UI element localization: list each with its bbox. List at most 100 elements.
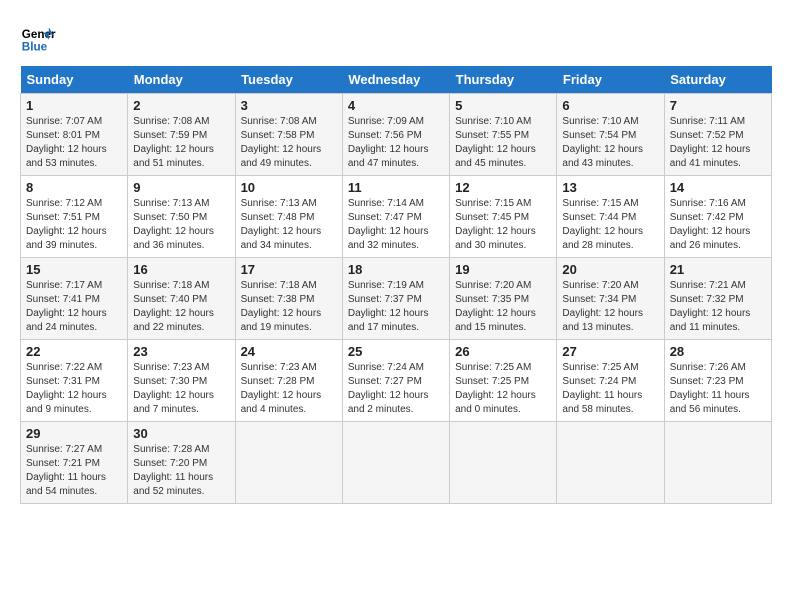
- day-info: Sunrise: 7:08 AMSunset: 7:58 PMDaylight:…: [241, 115, 337, 171]
- day-number: 3: [241, 98, 337, 113]
- day-number: 14: [670, 180, 766, 195]
- day-number: 27: [562, 344, 658, 359]
- weekday-header-thursday: Thursday: [450, 66, 557, 94]
- logo: General Blue: [20, 20, 56, 56]
- day-info: Sunrise: 7:18 AMSunset: 7:38 PMDaylight:…: [241, 279, 337, 335]
- calendar-cell: 1 Sunrise: 7:07 AMSunset: 8:01 PMDaylight…: [21, 94, 128, 176]
- calendar-cell: 24 Sunrise: 7:23 AMSunset: 7:28 PMDayligh…: [235, 340, 342, 422]
- day-number: 25: [348, 344, 444, 359]
- calendar-cell: 26 Sunrise: 7:25 AMSunset: 7:25 PMDayligh…: [450, 340, 557, 422]
- calendar-cell: 15Sunrise: 7:17 AMSunset: 7:41 PMDayligh…: [21, 258, 128, 340]
- day-number: 1: [26, 98, 122, 113]
- calendar-cell: 17 Sunrise: 7:18 AMSunset: 7:38 PMDayligh…: [235, 258, 342, 340]
- day-number: 16: [133, 262, 229, 277]
- day-number: 8: [26, 180, 122, 195]
- day-number: 23: [133, 344, 229, 359]
- weekday-header-friday: Friday: [557, 66, 664, 94]
- logo-icon: General Blue: [20, 20, 56, 56]
- day-info: Sunrise: 7:14 AMSunset: 7:47 PMDaylight:…: [348, 197, 444, 253]
- day-info: Sunrise: 7:27 AMSunset: 7:21 PMDaylight:…: [26, 443, 122, 499]
- day-info: Sunrise: 7:20 AMSunset: 7:35 PMDaylight:…: [455, 279, 551, 335]
- day-info: Sunrise: 7:25 AMSunset: 7:25 PMDaylight:…: [455, 361, 551, 417]
- calendar-table: SundayMondayTuesdayWednesdayThursdayFrid…: [20, 66, 772, 504]
- day-number: 9: [133, 180, 229, 195]
- calendar-cell: 19Sunrise: 7:20 AMSunset: 7:35 PMDayligh…: [450, 258, 557, 340]
- day-number: 11: [348, 180, 444, 195]
- calendar-cell: 18Sunrise: 7:19 AMSunset: 7:37 PMDayligh…: [342, 258, 449, 340]
- day-info: Sunrise: 7:13 AMSunset: 7:50 PMDaylight:…: [133, 197, 229, 253]
- weekday-header-wednesday: Wednesday: [342, 66, 449, 94]
- calendar-cell: [342, 422, 449, 504]
- calendar-cell: 5 Sunrise: 7:10 AMSunset: 7:55 PMDaylight…: [450, 94, 557, 176]
- calendar-cell: 8 Sunrise: 7:12 AMSunset: 7:51 PMDaylight…: [21, 176, 128, 258]
- day-number: 4: [348, 98, 444, 113]
- calendar-cell: 30 Sunrise: 7:28 AMSunset: 7:20 PMDayligh…: [128, 422, 235, 504]
- calendar-cell: 11 Sunrise: 7:14 AMSunset: 7:47 PMDayligh…: [342, 176, 449, 258]
- calendar-cell: 23 Sunrise: 7:23 AMSunset: 7:30 PMDayligh…: [128, 340, 235, 422]
- day-info: Sunrise: 7:25 AMSunset: 7:24 PMDaylight:…: [562, 361, 658, 417]
- day-number: 5: [455, 98, 551, 113]
- day-info: Sunrise: 7:15 AMSunset: 7:45 PMDaylight:…: [455, 197, 551, 253]
- day-info: Sunrise: 7:13 AMSunset: 7:48 PMDaylight:…: [241, 197, 337, 253]
- svg-text:General: General: [22, 28, 56, 41]
- calendar-cell: 9 Sunrise: 7:13 AMSunset: 7:50 PMDaylight…: [128, 176, 235, 258]
- calendar-cell: [450, 422, 557, 504]
- calendar-cell: 3 Sunrise: 7:08 AMSunset: 7:58 PMDaylight…: [235, 94, 342, 176]
- day-number: 12: [455, 180, 551, 195]
- calendar-cell: [557, 422, 664, 504]
- day-number: 20: [562, 262, 658, 277]
- calendar-cell: 10 Sunrise: 7:13 AMSunset: 7:48 PMDayligh…: [235, 176, 342, 258]
- day-info: Sunrise: 7:28 AMSunset: 7:20 PMDaylight:…: [133, 443, 229, 499]
- calendar-cell: 28 Sunrise: 7:26 AMSunset: 7:23 PMDayligh…: [664, 340, 771, 422]
- calendar-cell: 20 Sunrise: 7:20 AMSunset: 7:34 PMDayligh…: [557, 258, 664, 340]
- weekday-header-monday: Monday: [128, 66, 235, 94]
- calendar-cell: 7 Sunrise: 7:11 AMSunset: 7:52 PMDaylight…: [664, 94, 771, 176]
- calendar-week-5: 29Sunrise: 7:27 AMSunset: 7:21 PMDayligh…: [21, 422, 772, 504]
- day-info: Sunrise: 7:19 AMSunset: 7:37 PMDaylight:…: [348, 279, 444, 335]
- weekday-header-saturday: Saturday: [664, 66, 771, 94]
- day-info: Sunrise: 7:26 AMSunset: 7:23 PMDaylight:…: [670, 361, 766, 417]
- day-info: Sunrise: 7:16 AMSunset: 7:42 PMDaylight:…: [670, 197, 766, 253]
- calendar-week-2: 8 Sunrise: 7:12 AMSunset: 7:51 PMDaylight…: [21, 176, 772, 258]
- day-number: 22: [26, 344, 122, 359]
- calendar-cell: 29Sunrise: 7:27 AMSunset: 7:21 PMDayligh…: [21, 422, 128, 504]
- calendar-week-3: 15Sunrise: 7:17 AMSunset: 7:41 PMDayligh…: [21, 258, 772, 340]
- calendar-cell: 4 Sunrise: 7:09 AMSunset: 7:56 PMDaylight…: [342, 94, 449, 176]
- svg-text:Blue: Blue: [22, 41, 48, 54]
- day-number: 10: [241, 180, 337, 195]
- calendar-cell: 14 Sunrise: 7:16 AMSunset: 7:42 PMDayligh…: [664, 176, 771, 258]
- day-info: Sunrise: 7:12 AMSunset: 7:51 PMDaylight:…: [26, 197, 122, 253]
- calendar-cell: [664, 422, 771, 504]
- day-number: 30: [133, 426, 229, 441]
- day-number: 26: [455, 344, 551, 359]
- day-info: Sunrise: 7:10 AMSunset: 7:54 PMDaylight:…: [562, 115, 658, 171]
- day-info: Sunrise: 7:08 AMSunset: 7:59 PMDaylight:…: [133, 115, 229, 171]
- calendar-week-1: 1 Sunrise: 7:07 AMSunset: 8:01 PMDaylight…: [21, 94, 772, 176]
- weekday-header-sunday: Sunday: [21, 66, 128, 94]
- day-info: Sunrise: 7:07 AMSunset: 8:01 PMDaylight:…: [26, 115, 122, 171]
- day-number: 7: [670, 98, 766, 113]
- day-info: Sunrise: 7:21 AMSunset: 7:32 PMDaylight:…: [670, 279, 766, 335]
- day-number: 2: [133, 98, 229, 113]
- weekday-header-tuesday: Tuesday: [235, 66, 342, 94]
- day-info: Sunrise: 7:22 AMSunset: 7:31 PMDaylight:…: [26, 361, 122, 417]
- calendar-cell: [235, 422, 342, 504]
- day-info: Sunrise: 7:20 AMSunset: 7:34 PMDaylight:…: [562, 279, 658, 335]
- day-info: Sunrise: 7:11 AMSunset: 7:52 PMDaylight:…: [670, 115, 766, 171]
- day-info: Sunrise: 7:18 AMSunset: 7:40 PMDaylight:…: [133, 279, 229, 335]
- day-number: 13: [562, 180, 658, 195]
- calendar-cell: 13 Sunrise: 7:15 AMSunset: 7:44 PMDayligh…: [557, 176, 664, 258]
- calendar-cell: 16 Sunrise: 7:18 AMSunset: 7:40 PMDayligh…: [128, 258, 235, 340]
- day-number: 24: [241, 344, 337, 359]
- day-info: Sunrise: 7:23 AMSunset: 7:28 PMDaylight:…: [241, 361, 337, 417]
- calendar-week-4: 22 Sunrise: 7:22 AMSunset: 7:31 PMDayligh…: [21, 340, 772, 422]
- day-info: Sunrise: 7:23 AMSunset: 7:30 PMDaylight:…: [133, 361, 229, 417]
- day-info: Sunrise: 7:17 AMSunset: 7:41 PMDaylight:…: [26, 279, 122, 335]
- day-info: Sunrise: 7:10 AMSunset: 7:55 PMDaylight:…: [455, 115, 551, 171]
- calendar-cell: 6Sunrise: 7:10 AMSunset: 7:54 PMDaylight…: [557, 94, 664, 176]
- calendar-cell: 25Sunrise: 7:24 AMSunset: 7:27 PMDayligh…: [342, 340, 449, 422]
- day-number: 28: [670, 344, 766, 359]
- day-number: 17: [241, 262, 337, 277]
- day-info: Sunrise: 7:09 AMSunset: 7:56 PMDaylight:…: [348, 115, 444, 171]
- day-info: Sunrise: 7:15 AMSunset: 7:44 PMDaylight:…: [562, 197, 658, 253]
